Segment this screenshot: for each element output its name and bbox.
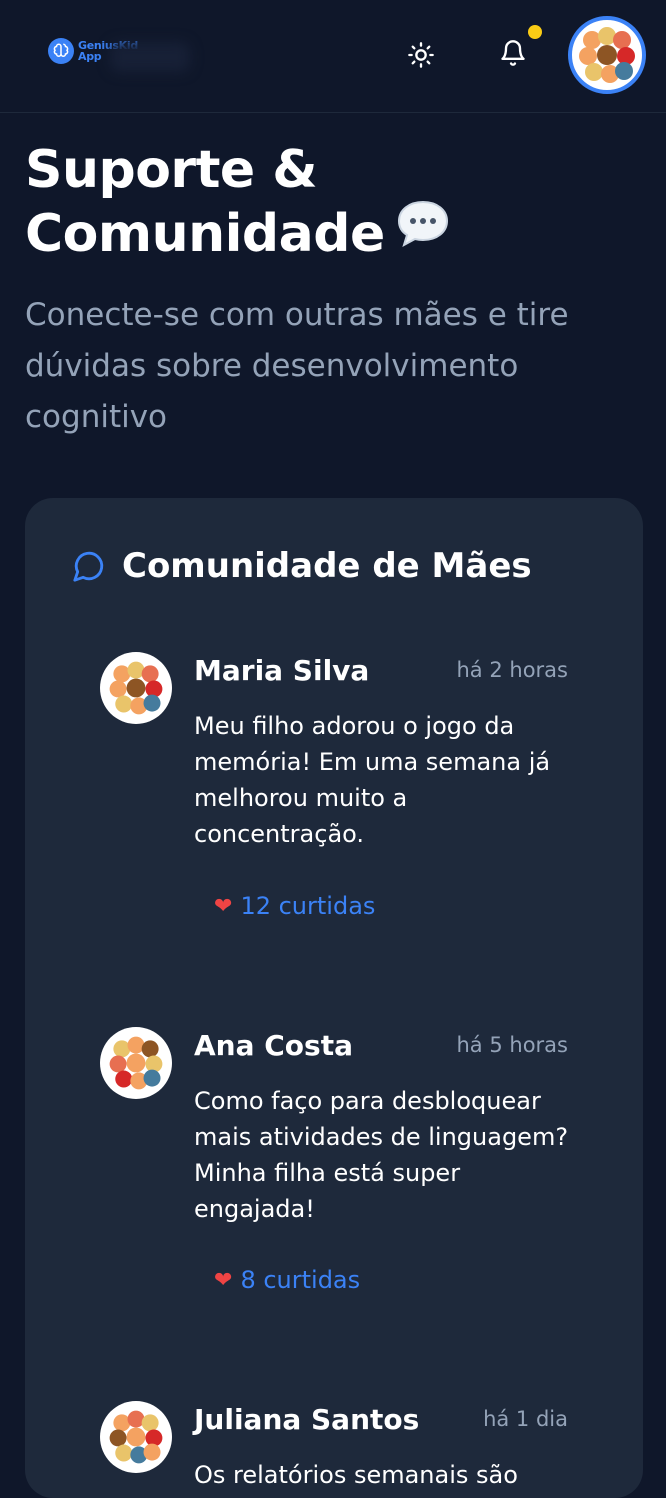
brain-icon <box>48 38 74 64</box>
kids-avatar-icon <box>109 1036 163 1090</box>
like-count: 12 curtidas <box>240 892 376 920</box>
chat-bubble-icon <box>73 551 104 582</box>
post-author[interactable]: Maria Silva <box>194 654 369 687</box>
page-subtitle: Conecte-se com outras mães e tire dúvida… <box>25 297 569 435</box>
avatar[interactable] <box>100 652 172 724</box>
post-body: Os relatórios semanais são <box>194 1461 518 1489</box>
page-title-line1: Suporte & <box>25 140 318 200</box>
post-time: há 2 horas <box>456 658 569 682</box>
heart-icon: ❤ <box>214 893 233 919</box>
post-body: Como faço para desbloquear mais atividad… <box>194 1087 569 1223</box>
avatar[interactable] <box>100 1027 172 1099</box>
post-author[interactable]: Juliana Santos <box>194 1403 419 1436</box>
theme-toggle-button[interactable] <box>404 38 438 72</box>
community-header: Comunidade de Mães <box>72 546 532 586</box>
user-avatar[interactable] <box>568 16 646 94</box>
kids-avatar-icon <box>109 661 163 715</box>
post-time: há 1 dia <box>483 1407 568 1431</box>
like-button[interactable]: ❤ 12 curtidas <box>214 892 375 920</box>
speech-bubble-icon <box>395 198 451 265</box>
post-author[interactable]: Ana Costa <box>194 1029 353 1062</box>
top-bar: GeniusKid App <box>0 0 666 113</box>
community-post: Juliana Santos há 1 dia Os relatórios se… <box>100 1401 570 1489</box>
notification-dot <box>528 25 542 39</box>
community-post: Maria Silva há 2 horas Meu filho adorou … <box>100 652 570 942</box>
bell-icon <box>501 40 525 66</box>
blurred-region <box>110 42 190 72</box>
sun-icon <box>408 42 434 68</box>
notifications-button[interactable] <box>496 36 530 70</box>
post-body: Meu filho adorou o jogo da memória! Em u… <box>194 712 551 848</box>
page-title-line2-wrap: Comunidade <box>25 200 625 271</box>
kids-avatar-icon <box>579 27 635 83</box>
page-title: Suporte & Comunidade <box>25 138 625 271</box>
heart-icon: ❤ <box>214 1267 233 1293</box>
page-title-line2: Comunidade <box>25 204 385 264</box>
community-card <box>25 498 643 1498</box>
post-time: há 5 horas <box>456 1033 569 1057</box>
avatar[interactable] <box>100 1401 172 1473</box>
kids-avatar-icon <box>109 1410 163 1464</box>
like-button[interactable]: ❤ 8 curtidas <box>214 1266 360 1294</box>
community-title: Comunidade de Mães <box>122 546 532 586</box>
like-count: 8 curtidas <box>240 1266 361 1294</box>
community-post: Ana Costa há 5 horas Como faço para desb… <box>100 1027 570 1317</box>
